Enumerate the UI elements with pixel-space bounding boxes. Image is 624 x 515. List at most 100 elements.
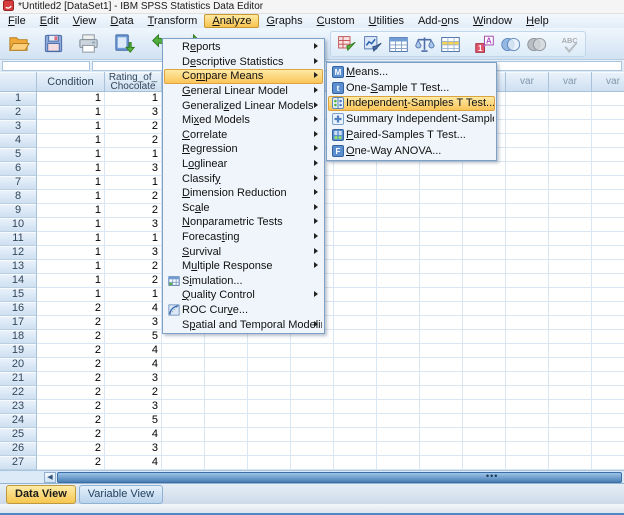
- cell-empty[interactable]: [506, 190, 549, 204]
- cell-empty[interactable]: [463, 274, 506, 288]
- cell-condition[interactable]: 1: [37, 260, 105, 274]
- row-header[interactable]: 21: [0, 372, 37, 386]
- cell-empty[interactable]: [549, 316, 592, 330]
- grid-corner-cell[interactable]: [0, 72, 37, 92]
- cell-empty[interactable]: [377, 218, 420, 232]
- use-variable-sets-icon[interactable]: [498, 32, 522, 56]
- cell-empty[interactable]: [506, 316, 549, 330]
- cell-condition[interactable]: 1: [37, 190, 105, 204]
- cell-empty[interactable]: [205, 358, 248, 372]
- submenu-item-paired-samples-t-test[interactable]: Paired-Samples T Test...: [328, 127, 495, 143]
- row-header[interactable]: 7: [0, 176, 37, 190]
- row-header[interactable]: 8: [0, 190, 37, 204]
- cell-rating[interactable]: 3: [105, 442, 162, 456]
- cell-empty[interactable]: [463, 204, 506, 218]
- cell-empty[interactable]: [420, 442, 463, 456]
- cell-empty[interactable]: [377, 316, 420, 330]
- cell-condition[interactable]: 1: [37, 92, 105, 106]
- cell-empty[interactable]: [506, 162, 549, 176]
- cell-empty[interactable]: [205, 414, 248, 428]
- row-header[interactable]: 13: [0, 260, 37, 274]
- cell-condition[interactable]: 2: [37, 330, 105, 344]
- cell-empty[interactable]: [463, 372, 506, 386]
- cell-empty[interactable]: [205, 344, 248, 358]
- cell-empty[interactable]: [592, 414, 624, 428]
- menubar-item-graphs[interactable]: Graphs: [259, 14, 309, 28]
- cell-condition[interactable]: 2: [37, 400, 105, 414]
- cell-empty[interactable]: [549, 428, 592, 442]
- cell-empty[interactable]: [248, 428, 291, 442]
- scrollbar-grip-dots[interactable]: •••: [486, 471, 498, 481]
- cell-empty[interactable]: [506, 120, 549, 134]
- cell-empty[interactable]: [420, 218, 463, 232]
- cell-empty[interactable]: [420, 414, 463, 428]
- cell-empty[interactable]: [334, 414, 377, 428]
- cell-empty[interactable]: [377, 162, 420, 176]
- analyze-menu-item-roc-curve[interactable]: ROC Curve...: [164, 303, 323, 318]
- cell-empty[interactable]: [334, 260, 377, 274]
- cell-empty[interactable]: [248, 344, 291, 358]
- cell-empty[interactable]: [463, 302, 506, 316]
- cell-empty[interactable]: [463, 344, 506, 358]
- cell-condition[interactable]: 2: [37, 428, 105, 442]
- cell-empty[interactable]: [420, 288, 463, 302]
- open-data-icon[interactable]: [5, 30, 32, 57]
- analyze-menu-item-compare-means[interactable]: Compare Means: [164, 69, 323, 84]
- cell-empty[interactable]: [592, 456, 624, 470]
- cell-empty[interactable]: [162, 456, 205, 470]
- cell-empty[interactable]: [506, 232, 549, 246]
- cell-empty[interactable]: [592, 246, 624, 260]
- cell-empty[interactable]: [592, 386, 624, 400]
- cell-empty[interactable]: [549, 190, 592, 204]
- cell-empty[interactable]: [420, 274, 463, 288]
- cell-rating[interactable]: 3: [105, 316, 162, 330]
- cell-empty[interactable]: [506, 204, 549, 218]
- cell-empty[interactable]: [549, 260, 592, 274]
- cell-empty[interactable]: [592, 92, 624, 106]
- cell-empty[interactable]: [334, 302, 377, 316]
- row-header[interactable]: 5: [0, 148, 37, 162]
- cell-empty[interactable]: [205, 442, 248, 456]
- submenu-item-summary-independent-samples-t-test[interactable]: Summary Independent-Samples T Test: [328, 111, 495, 127]
- cell-empty[interactable]: [463, 218, 506, 232]
- cell-condition[interactable]: 1: [37, 274, 105, 288]
- cell-empty[interactable]: [463, 316, 506, 330]
- row-header[interactable]: 18: [0, 330, 37, 344]
- cell-empty[interactable]: [463, 232, 506, 246]
- cell-empty[interactable]: [549, 302, 592, 316]
- cell-empty[interactable]: [291, 358, 334, 372]
- cell-rating[interactable]: 4: [105, 358, 162, 372]
- row-header[interactable]: 14: [0, 274, 37, 288]
- cell-empty[interactable]: [377, 260, 420, 274]
- cell-empty[interactable]: [506, 288, 549, 302]
- column-header-condition[interactable]: Condition: [37, 72, 105, 92]
- cell-empty[interactable]: [592, 274, 624, 288]
- cell-empty[interactable]: [549, 386, 592, 400]
- cell-empty[interactable]: [205, 400, 248, 414]
- menubar-item-view[interactable]: View: [66, 14, 104, 28]
- cell-empty[interactable]: [291, 442, 334, 456]
- cell-empty[interactable]: [549, 274, 592, 288]
- cell-empty[interactable]: [506, 218, 549, 232]
- cell-empty[interactable]: [420, 190, 463, 204]
- row-header[interactable]: 6: [0, 162, 37, 176]
- cell-condition[interactable]: 1: [37, 218, 105, 232]
- cell-empty[interactable]: [592, 176, 624, 190]
- cell-empty[interactable]: [334, 442, 377, 456]
- cell-empty[interactable]: [377, 330, 420, 344]
- analyze-menu-item-spatial-and-temporal-modeling[interactable]: Spatial and Temporal Modeling...: [164, 317, 323, 332]
- cell-empty[interactable]: [420, 260, 463, 274]
- row-header[interactable]: 25: [0, 428, 37, 442]
- row-header[interactable]: 4: [0, 134, 37, 148]
- row-header[interactable]: 9: [0, 204, 37, 218]
- cell-empty[interactable]: [592, 330, 624, 344]
- cell-condition[interactable]: 2: [37, 456, 105, 470]
- cell-empty[interactable]: [549, 400, 592, 414]
- cell-empty[interactable]: [248, 414, 291, 428]
- cell-empty[interactable]: [420, 358, 463, 372]
- recall-dialogs-icon[interactable]: [110, 30, 137, 57]
- cell-empty[interactable]: [248, 456, 291, 470]
- cell-empty[interactable]: [592, 442, 624, 456]
- cell-empty[interactable]: [334, 456, 377, 470]
- analyze-menu-item-classify[interactable]: Classify: [164, 171, 323, 186]
